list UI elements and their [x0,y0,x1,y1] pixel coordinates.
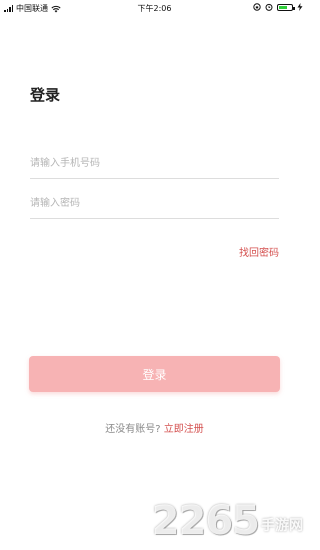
alarm-icon [265,3,273,11]
register-link[interactable]: 立即注册 [164,424,204,435]
battery-fill [279,5,288,9]
forgot-password-link[interactable]: 找回密码 [239,244,279,259]
phone-input[interactable] [30,148,279,178]
phone-field [30,148,279,179]
password-input[interactable] [30,188,279,218]
login-button[interactable]: 登录 [29,356,280,392]
watermark-logo: 2265 手游网 [152,498,303,544]
status-right [253,3,303,11]
watermark-number: 2265 [151,498,260,544]
status-bar: 中国联通 下午2:06 [0,0,309,16]
charging-icon [297,3,303,11]
no-account-text: 还没有账号? [105,424,161,435]
battery-icon [277,3,295,11]
page-title: 登录 [30,86,61,104]
password-field [30,188,279,219]
lock-rotation-icon [253,3,261,11]
watermark-text: 手游网 [261,518,303,534]
register-prompt: 还没有账号? 立即注册 [0,420,309,435]
